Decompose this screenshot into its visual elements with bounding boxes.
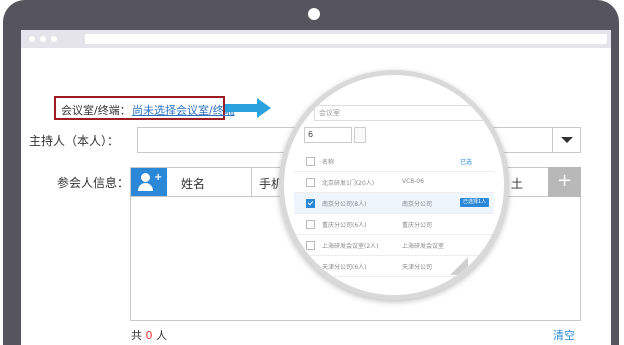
room-code: 上海研发会议室 <box>402 243 445 250</box>
pointer-arrow-icon <box>225 104 259 112</box>
room-picker-zoom: 会议室 6 名称 已选 北京研发1门(20人) VC8-06 南京分公司(8人)… <box>284 75 504 295</box>
room-row[interactable]: 南京分公司(8人) 南京分公司 已选择1人 <box>294 193 494 214</box>
room-checkbox[interactable] <box>306 241 315 250</box>
name-column-label: 姓名 <box>181 177 206 191</box>
magnifier-callout: 会议室 6 名称 已选 北京研发1门(20人) VC8-06 南京分公司(8人)… <box>279 70 509 300</box>
plus-icon: + <box>154 172 163 183</box>
room-header-selected: 已选 <box>460 159 473 166</box>
room-code: 重庆分公司 <box>402 222 433 229</box>
room-row[interactable]: 重庆分公司(6人) 重庆分公司 <box>294 214 494 235</box>
room-checkbox[interactable] <box>306 199 315 208</box>
room-name: 重庆分公司(6人) <box>322 222 367 229</box>
room-selection-highlight: 会议室/终端： 尚未选择会议室/终端 <box>54 96 235 120</box>
add-person-button[interactable]: + <box>131 168 167 196</box>
window-dot-icon <box>40 36 46 42</box>
camera-icon <box>308 8 320 20</box>
laptop-frame: 会议室/终端： 尚未选择会议室/终端 主持人（本人）： 参会人信息： + 姓名 … <box>3 0 619 345</box>
add-attendee-button[interactable]: + <box>548 167 581 197</box>
host-label: 主持人（本人）： <box>29 134 120 148</box>
address-bar[interactable] <box>85 34 607 44</box>
total-prefix: 共 <box>131 329 142 342</box>
room-selected-badge: 已选择1人 <box>460 198 490 207</box>
room-code: 天津分公司 <box>402 264 433 271</box>
room-checkbox[interactable] <box>306 262 315 271</box>
column-divider <box>251 168 252 196</box>
room-name: 南京分公司(8人) <box>322 201 367 208</box>
room-row[interactable]: 上海研发会议室(2人) 上海研发会议室 <box>294 235 494 256</box>
room-filter-button[interactable] <box>354 127 366 143</box>
room-header-name: 名称 <box>322 159 335 166</box>
room-label: 会议室/终端： <box>61 104 131 117</box>
total-suffix: 人 <box>156 329 167 342</box>
room-name: 北京研发1门(20人) <box>322 180 375 187</box>
extra-column-label: 土 <box>511 177 524 191</box>
attendee-label: 参会人信息： <box>57 176 130 190</box>
select-all-checkbox[interactable] <box>306 157 315 166</box>
room-row[interactable]: 北京研发1门(20人) VC8-06 <box>294 172 494 193</box>
pointer-arrow-head-icon <box>257 98 271 118</box>
window-dot-icon <box>51 36 57 42</box>
resize-corner-icon <box>450 257 468 275</box>
attendee-total: 共 0 人 <box>131 327 167 343</box>
chevron-down-icon[interactable] <box>552 128 580 152</box>
room-code: 南京分公司 <box>402 201 433 208</box>
screen: 会议室/终端： 尚未选择会议室/终端 主持人（本人）： 参会人信息： + 姓名 … <box>21 30 611 345</box>
person-body-icon <box>138 183 153 191</box>
room-list-header: 名称 已选 <box>294 151 494 172</box>
clear-link[interactable]: 清空 <box>553 327 575 343</box>
room-filter-input[interactable]: 6 <box>304 127 352 143</box>
room-name: 上海研发会议室(2人) <box>322 243 379 250</box>
window-dot-icon <box>29 36 35 42</box>
room-checkbox[interactable] <box>306 220 315 229</box>
room-search-field[interactable]: 会议室 <box>314 105 484 121</box>
select-room-link[interactable]: 尚未选择会议室/终端 <box>132 102 235 118</box>
room-code: VC8-06 <box>402 178 424 185</box>
room-checkbox[interactable] <box>306 178 315 187</box>
person-icon <box>141 173 150 182</box>
total-count: 0 <box>145 329 153 342</box>
browser-bar <box>21 30 611 48</box>
room-name: 天津分公司(6人) <box>322 264 367 271</box>
